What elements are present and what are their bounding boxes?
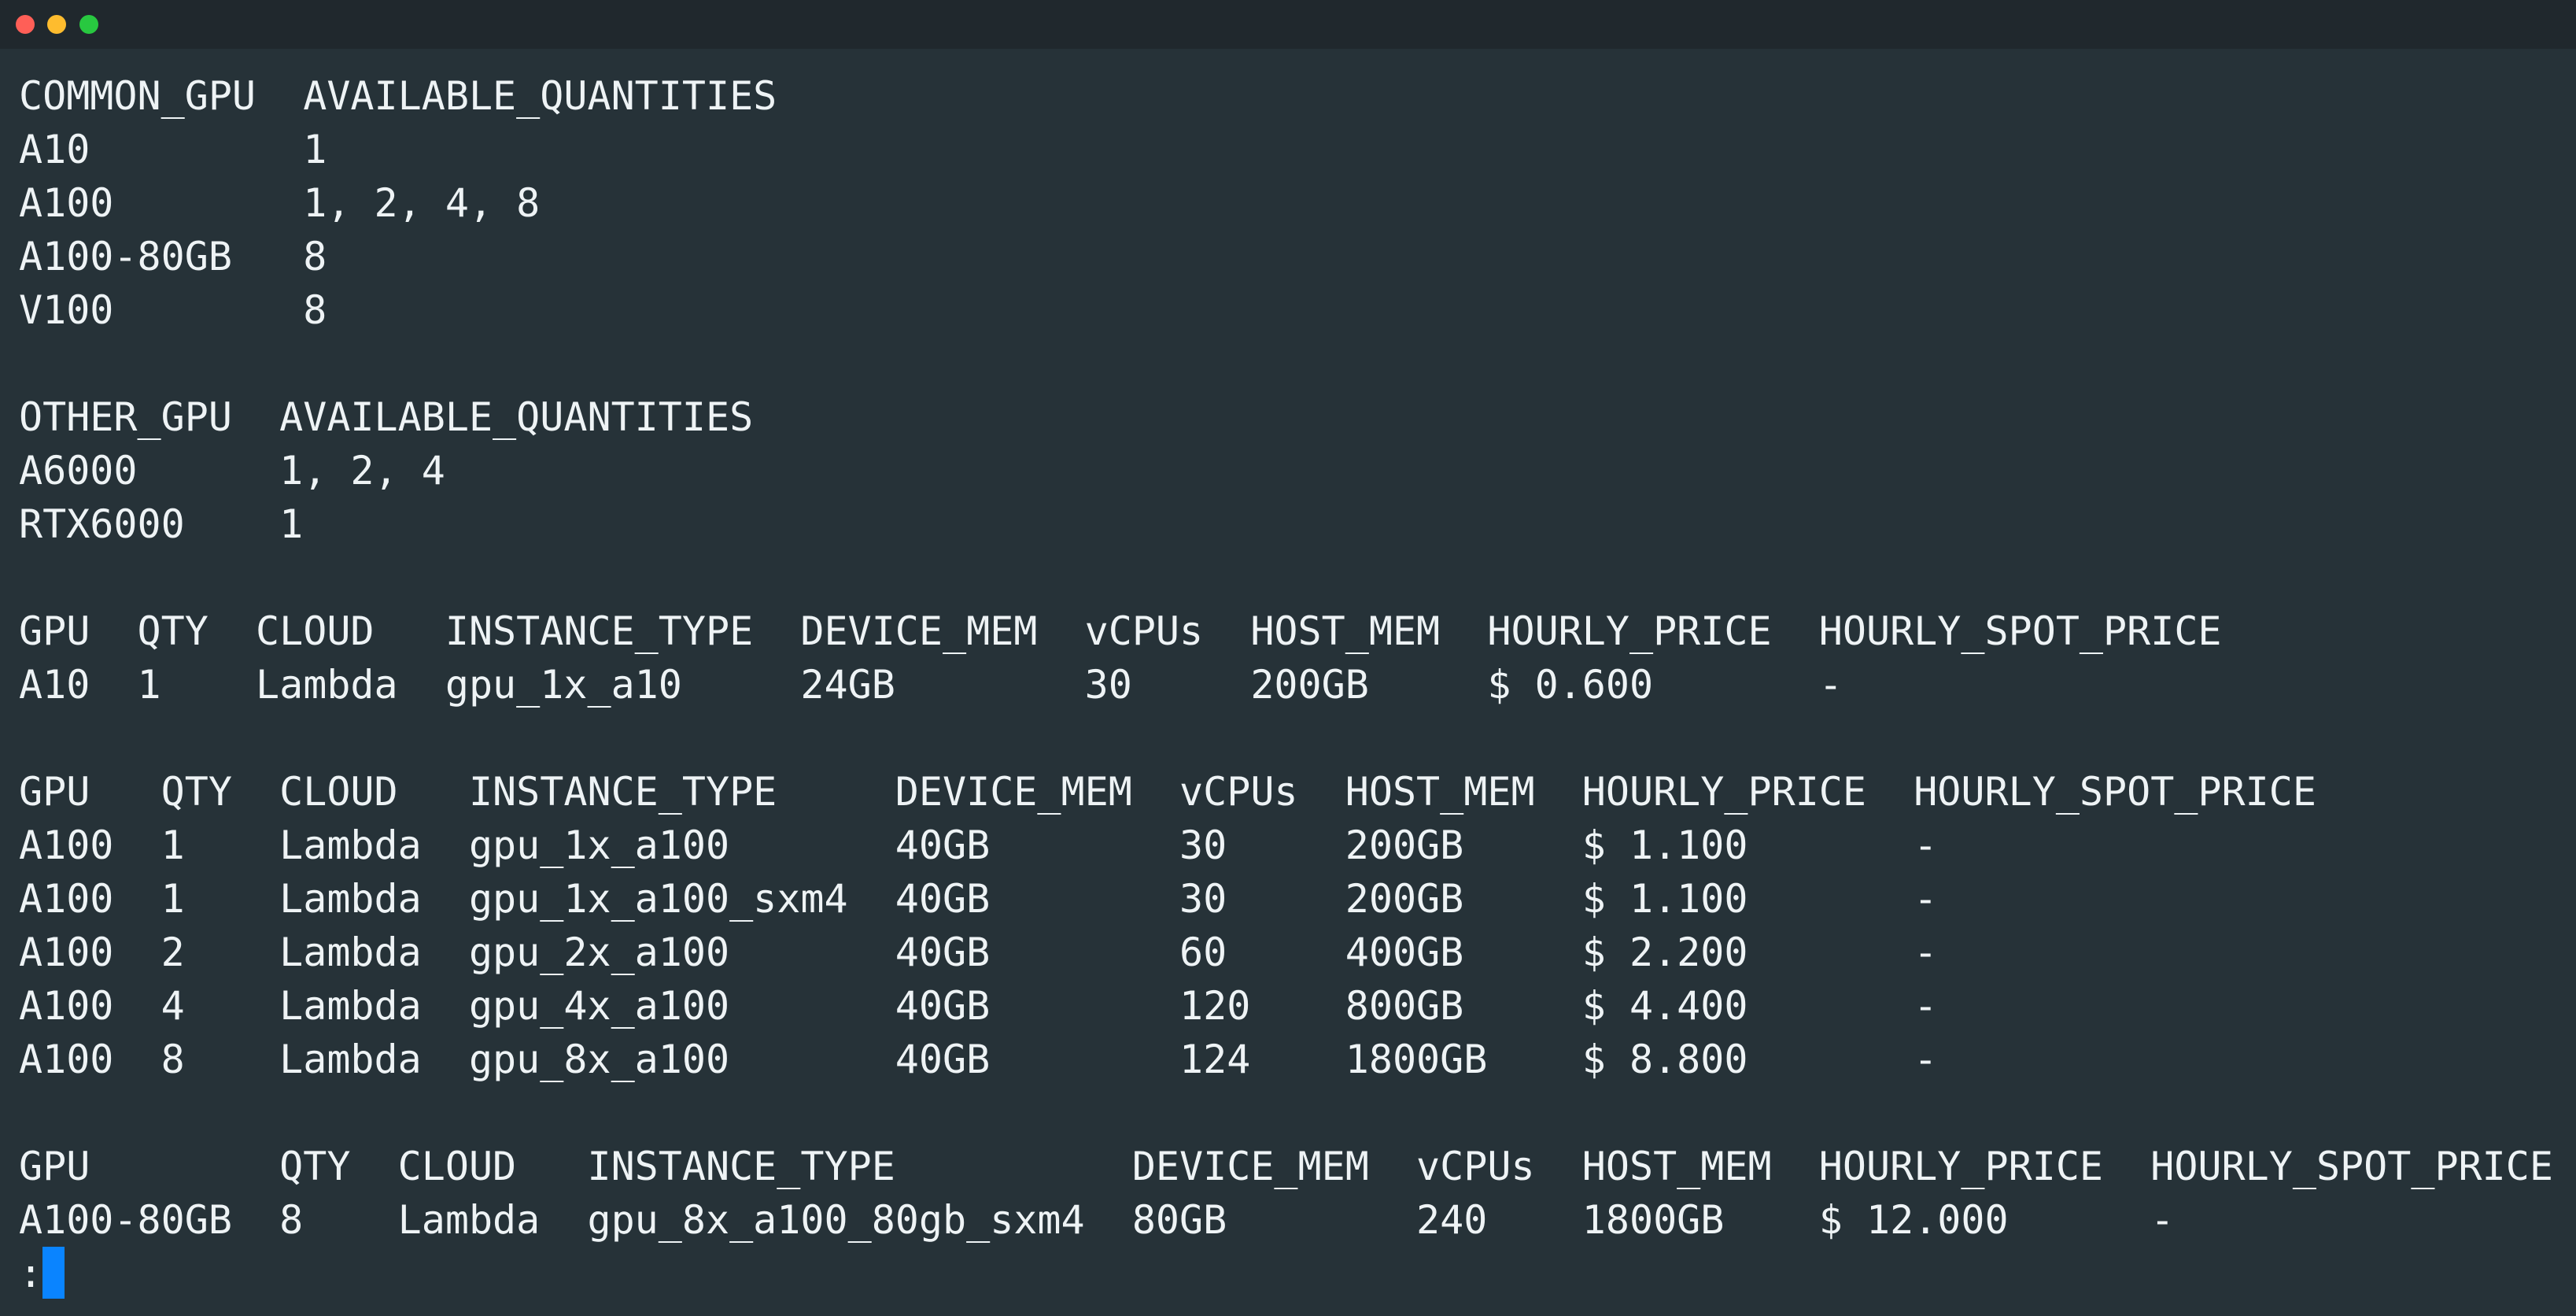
terminal-line: A10 1 bbox=[19, 127, 327, 172]
terminal-line: A100-80GB 8 bbox=[19, 234, 327, 279]
terminal-line: GPU QTY CLOUD INSTANCE_TYPE DEVICE_MEM v… bbox=[19, 769, 2316, 815]
close-button[interactable] bbox=[16, 15, 35, 34]
terminal-line: A100 8 Lambda gpu_8x_a100 40GB 124 1800G… bbox=[19, 1037, 1938, 1082]
terminal-line: A100 2 Lambda gpu_2x_a100 40GB 60 400GB … bbox=[19, 930, 1938, 975]
terminal-line: V100 8 bbox=[19, 287, 327, 333]
zoom-button[interactable] bbox=[79, 15, 98, 34]
terminal-window: COMMON_GPU AVAILABLE_QUANTITIES A10 1 A1… bbox=[0, 0, 2576, 1316]
terminal-line: COMMON_GPU AVAILABLE_QUANTITIES bbox=[19, 73, 777, 119]
terminal-line: RTX6000 1 bbox=[19, 501, 304, 547]
terminal-line: A6000 1, 2, 4 bbox=[19, 448, 445, 494]
terminal-output[interactable]: COMMON_GPU AVAILABLE_QUANTITIES A10 1 A1… bbox=[19, 69, 2576, 1316]
minimize-button[interactable] bbox=[47, 15, 66, 34]
pager-prompt: : bbox=[19, 1251, 43, 1296]
title-bar bbox=[0, 0, 2576, 49]
terminal-line: A100 1 Lambda gpu_1x_a100 40GB 30 200GB … bbox=[19, 823, 1938, 868]
terminal-line: A10 1 Lambda gpu_1x_a10 24GB 30 200GB $ … bbox=[19, 662, 1843, 708]
terminal-line: GPU QTY CLOUD INSTANCE_TYPE DEVICE_MEM v… bbox=[19, 608, 2222, 654]
terminal-line: OTHER_GPU AVAILABLE_QUANTITIES bbox=[19, 394, 754, 440]
terminal-line: A100 1, 2, 4, 8 bbox=[19, 180, 541, 226]
text-cursor bbox=[42, 1247, 65, 1299]
terminal-line: A100-80GB 8 Lambda gpu_8x_a100_80gb_sxm4… bbox=[19, 1197, 2175, 1243]
terminal-line: A100 4 Lambda gpu_4x_a100 40GB 120 800GB… bbox=[19, 983, 1938, 1029]
terminal-line: GPU QTY CLOUD INSTANCE_TYPE DEVICE_MEM v… bbox=[19, 1144, 2553, 1189]
terminal-line: A100 1 Lambda gpu_1x_a100_sxm4 40GB 30 2… bbox=[19, 876, 1938, 922]
